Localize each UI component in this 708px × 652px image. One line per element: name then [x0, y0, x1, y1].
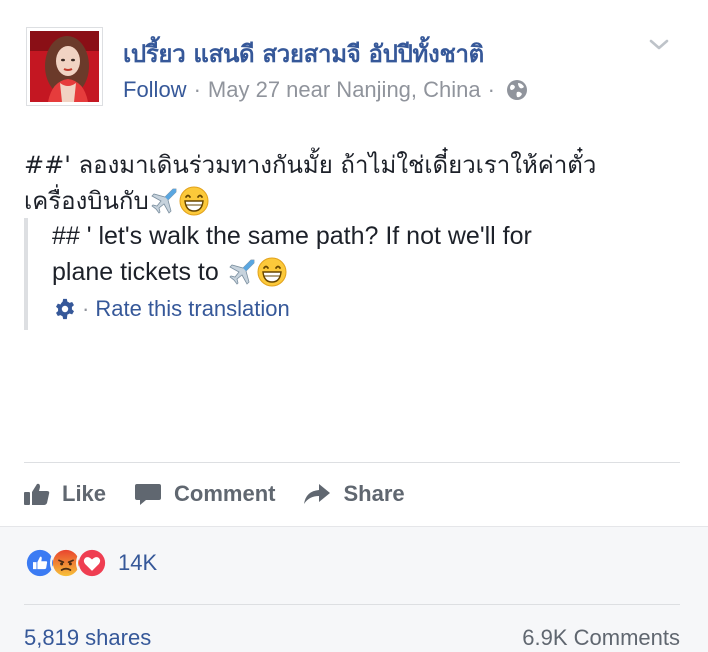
- translation-line: plane tickets to: [52, 254, 624, 290]
- post-text-line: ##' ลองมาเดินร่วมทางกันมั้ย ถ้าไม่ใช่เดี…: [24, 151, 597, 179]
- translation-line: ## ' let's walk the same path? If not we…: [52, 222, 532, 250]
- like-label: Like: [62, 481, 107, 506]
- gear-icon[interactable]: [54, 298, 76, 320]
- like-button[interactable]: Like: [24, 481, 106, 507]
- shares-count[interactable]: 5,819 shares: [24, 625, 151, 651]
- share-arrow-icon: [304, 484, 331, 504]
- meta-separator: ·: [487, 77, 495, 102]
- feedback-divider: [24, 604, 680, 605]
- post-date-location[interactable]: May 27 near Nanjing, China: [208, 77, 481, 103]
- airplane-emoji: [151, 188, 177, 214]
- chevron-down-icon[interactable]: [646, 36, 672, 54]
- actions-divider: [24, 462, 680, 463]
- globe-icon[interactable]: [506, 79, 528, 101]
- author-avatar[interactable]: [26, 27, 103, 106]
- post-text-line: เครื่องบินกับ: [24, 183, 674, 219]
- airplane-emoji: [229, 259, 255, 285]
- avatar-photo: [30, 31, 99, 102]
- share-button[interactable]: Share: [303, 481, 405, 507]
- comments-count[interactable]: 6.9K Comments: [522, 625, 680, 651]
- grinning-emoji: [179, 186, 209, 216]
- reactions-summary[interactable]: 14K: [24, 547, 157, 579]
- post-text-fragment: เครื่องบินกับ: [24, 187, 149, 215]
- speech-bubble-icon: [135, 484, 162, 505]
- comment-button[interactable]: Comment: [134, 481, 275, 507]
- translation-fragment: plane tickets to: [52, 258, 219, 286]
- love-reaction-icon: [76, 547, 108, 579]
- rate-translation-link[interactable]: Rate this translation: [95, 296, 289, 322]
- post-text: ##' ลองมาเดินร่วมทางกันมั้ย ถ้าไม่ใช่เดี…: [24, 147, 674, 219]
- comment-label: Comment: [174, 481, 276, 506]
- rate-separator: ·: [82, 296, 90, 321]
- reaction-count[interactable]: 14K: [118, 550, 157, 576]
- post-card: เปรี้ยว แสนดี สวยสามจี อัปปีทั้งชาติ Fol…: [0, 0, 708, 526]
- grinning-emoji: [257, 257, 287, 287]
- feedback-section: 14K 5,819 shares 6.9K Comments: [0, 526, 708, 652]
- thumbs-up-icon: [24, 483, 50, 505]
- meta-separator: ·: [193, 77, 201, 102]
- author-name[interactable]: เปรี้ยว แสนดี สวยสามจี อัปปีทั้งชาติ: [123, 34, 484, 73]
- rate-translation: · Rate this translation: [54, 296, 290, 322]
- share-label: Share: [343, 481, 405, 506]
- post-actions: Like Comment Share: [24, 475, 433, 513]
- post-meta: Follow · May 27 near Nanjing, China ·: [123, 77, 528, 103]
- follow-link[interactable]: Follow: [123, 77, 187, 103]
- translation-block: ## ' let's walk the same path? If not we…: [24, 218, 624, 330]
